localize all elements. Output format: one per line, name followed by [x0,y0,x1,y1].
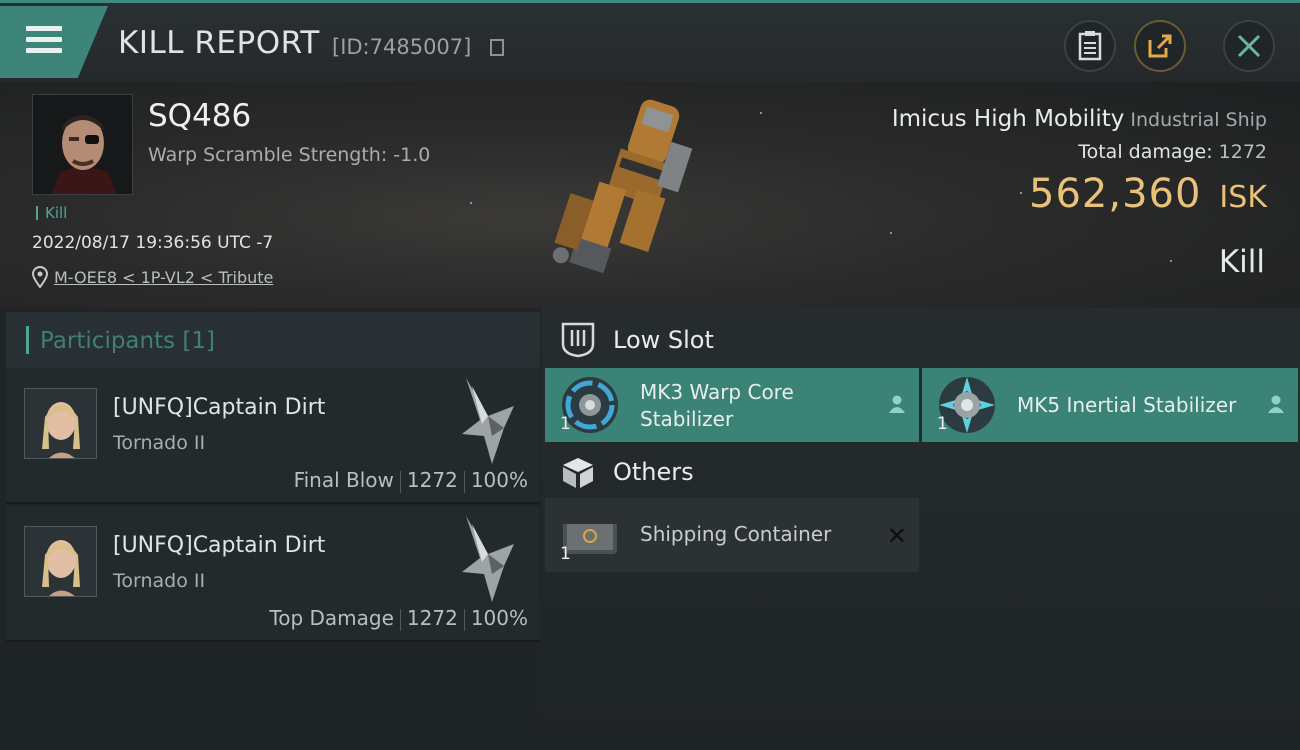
kill-location-link[interactable]: M-OEE8 < 1P-VL2 < Tribute [54,268,273,287]
user-icon [889,395,905,413]
isk-amount: 562,360 [1029,171,1202,217]
victim-banner: SQ486 Warp Scramble Strength: -1.0 Kill … [0,82,1300,308]
star [1020,192,1022,194]
module-quantity: 1 [937,414,948,434]
participant-ship-image [462,378,514,464]
report-id: [ID:7485007] [332,35,472,59]
module-item[interactable]: 1 MK3 Warp Core Stabilizer [545,368,919,442]
user-icon [1268,395,1284,413]
participant-role: Final Blow [293,468,394,492]
participant-row[interactable]: [UNFQ]Captain Dirt Tornado II Top Damage… [6,506,540,642]
isk-unit: ISK [1219,180,1267,215]
participant-damage: 1272 [406,606,458,630]
participant-damage: 1272 [406,468,458,492]
participant-ship: Tornado II [113,570,206,592]
participant-row[interactable]: [UNFQ]Captain Dirt Tornado II Final Blow… [6,368,540,504]
low-slot-title: Low Slot [613,326,714,354]
menu-button[interactable] [0,6,108,78]
module-name: MK3 Warp Core Stabilizer [640,380,794,431]
cargo-name: Shipping Container [640,522,832,546]
close-icon [1237,34,1261,58]
star [1170,260,1172,262]
participant-stats: Top Damage 1272 100% [269,606,528,631]
cargo-quantity: 1 [560,544,571,564]
divider [399,470,401,493]
result-label: Kill [1218,244,1265,280]
victim-ship-image [552,99,693,274]
participants-tab[interactable]: Participants [1] [6,312,540,370]
participant-avatar[interactable] [24,526,97,597]
total-damage-value: 1272 [1218,141,1267,163]
victim-name[interactable]: SQ486 [148,98,251,134]
participants-panel: Participants [1] [UNFQ]Captain Dirt Torn… [0,308,540,750]
participant-avatar[interactable] [24,388,97,459]
share-icon [1148,34,1172,58]
participants-header: Participants [1] [40,328,215,354]
fitting-panel: Low Slot 1 MK3 Warp Core Stabilizer 1 MK… [541,308,1300,750]
cube-icon [563,458,593,488]
low-slot-icon [561,322,595,358]
ship-name: Imicus High Mobility [891,106,1125,132]
page-title: KILL REPORT [118,25,320,61]
star [760,112,762,114]
copy-icon[interactable] [490,39,504,56]
others-title: Others [613,458,694,486]
kill-datetime: 2022/08/17 19:36:56 UTC -7 [32,233,274,253]
cargo-item[interactable]: 1 Shipping Container ✕ [545,498,919,572]
participant-stats: Final Blow 1272 100% [294,468,528,493]
divider [463,608,465,631]
pilot-face-icon [25,389,96,458]
total-damage: Total damage: 1272 [1078,141,1267,163]
location-pin-icon [32,266,48,288]
victim-ship[interactable]: Imicus High Mobility Industrial Ship [892,106,1267,132]
report-button[interactable] [1064,20,1116,72]
participant-name[interactable]: [UNFQ]Captain Dirt [113,395,325,420]
participant-name[interactable]: [UNFQ]Captain Dirt [113,533,325,558]
tab-indicator [26,326,29,354]
star [470,202,472,204]
participant-role: Top Damage [269,606,394,630]
top-bar: KILL REPORT [ID:7485007] [0,0,1300,82]
participant-ship: Tornado II [113,432,206,454]
module-name: MK5 Inertial Stabilizer [1017,393,1237,417]
warp-scramble-strength: Warp Scramble Strength: -1.0 [148,144,431,166]
divider [463,470,465,493]
ship-class: Industrial Ship [1130,109,1267,131]
participant-percent: 100% [470,606,528,630]
close-button[interactable] [1223,20,1275,72]
star [890,232,892,234]
hamburger-icon [26,26,62,56]
participant-percent: 100% [470,468,528,492]
participant-ship-image [462,516,514,602]
victim-portrait[interactable] [32,94,133,195]
module-item[interactable]: 1 MK5 Inertial Stabilizer [922,368,1298,442]
isk-value: 562,360 ISK [1029,171,1267,217]
pilot-face-icon [33,95,132,194]
module-quantity: 1 [560,414,571,434]
divider [399,608,401,631]
destroyed-icon: ✕ [886,522,907,550]
kill-tag: Kill [36,206,67,221]
clipboard-icon [1078,31,1102,61]
pilot-face-icon [25,527,96,596]
total-damage-label: Total damage: [1078,141,1213,163]
share-button[interactable] [1134,20,1186,72]
